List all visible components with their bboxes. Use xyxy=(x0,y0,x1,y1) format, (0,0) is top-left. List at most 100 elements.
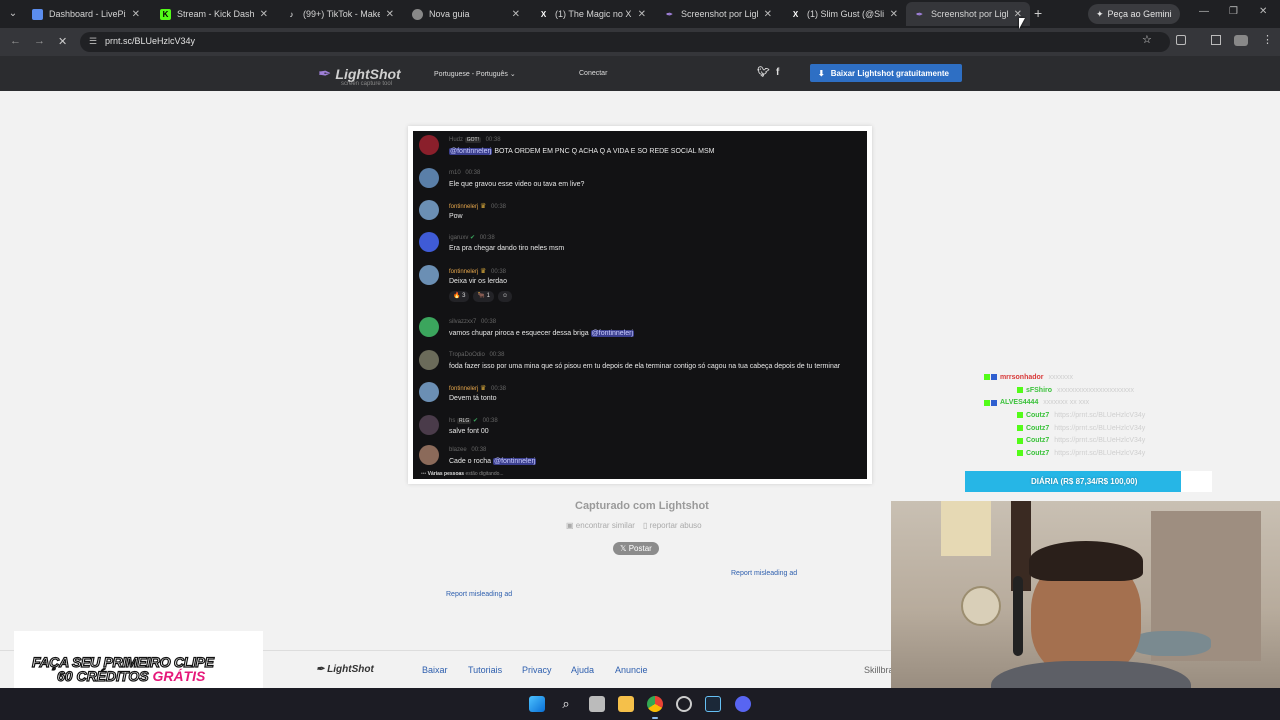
footer-link-help[interactable]: Ajuda xyxy=(571,665,594,675)
file-explorer-icon[interactable] xyxy=(618,696,634,712)
logo-title: LightShot xyxy=(335,66,401,82)
overlay-chat-user: Coutz7 xyxy=(1025,412,1050,420)
sub-badge-icon xyxy=(991,374,997,381)
crown-icon: ♛ xyxy=(480,203,487,210)
new-tab-button[interactable]: + xyxy=(1034,5,1042,21)
kick-badge-icon xyxy=(1017,424,1023,431)
menu-kebab-icon[interactable]: ⋮ xyxy=(1262,33,1273,46)
x-icon: 𝕏 xyxy=(620,544,627,553)
tab-new[interactable]: Nova guia ✕ xyxy=(404,2,528,26)
obs-icon[interactable] xyxy=(676,696,692,712)
kick-icon: K xyxy=(160,8,171,20)
bookmark-star-icon[interactable]: ☆ xyxy=(1142,33,1152,46)
restore-icon[interactable]: ❐ xyxy=(1229,6,1238,17)
overlay-chat-row: mrrsonhador xxxxxxx xyxy=(984,374,1184,387)
close-icon[interactable]: ✕ xyxy=(638,9,646,20)
footer-link-advertise[interactable]: Anuncie xyxy=(615,665,648,675)
tab-livepix[interactable]: Dashboard - LivePix ✕ xyxy=(24,2,148,26)
avatar xyxy=(419,415,439,435)
timestamp: 00:38 xyxy=(465,170,481,176)
person-hair xyxy=(1029,541,1143,581)
headset xyxy=(1013,576,1023,656)
post-button-label: Postar xyxy=(628,544,652,553)
tab-lightshot-active[interactable]: ✒ Screenshot por Lights ✕ xyxy=(906,2,1030,26)
task-view-icon[interactable] xyxy=(589,696,605,712)
reaction-chip[interactable]: 🔥 3 xyxy=(449,291,470,302)
timestamp: 00:38 xyxy=(490,269,506,275)
overlay-chat-text: xxxxxxx xx xxx xyxy=(1043,399,1090,407)
message-meta: silvazzxx7 00:38 xyxy=(449,319,496,325)
promo-free: GRÁTIS xyxy=(152,668,206,684)
close-icon[interactable]: ✕ xyxy=(386,9,394,20)
tab-search-chevron-icon[interactable]: ⌄ xyxy=(4,5,22,23)
footer-link-tutorials[interactable]: Tutoriais xyxy=(468,665,502,675)
overlay-chat-row: ALVES4444 xxxxxxx xx xxx xyxy=(984,399,1184,412)
report-abuse-link[interactable]: ▯ reportar abuso xyxy=(643,521,702,530)
livepix-icon xyxy=(32,8,43,20)
profile-avatar[interactable] xyxy=(1234,35,1248,46)
footer-link-download[interactable]: Baixar xyxy=(422,665,448,675)
overlay-chat-text: xxxxxxx xyxy=(1048,374,1073,381)
role-badge: RLG xyxy=(457,418,472,424)
screenshot-frame[interactable]: Hudz GOT! 00:38 @fontinnelerj BOTA ORDEM… xyxy=(408,126,872,484)
overlay-chat-row: Coutz7 https://prnt.sc/BLUeHzlcV34y xyxy=(984,412,1184,425)
footer-logo-text: LightShot xyxy=(327,664,374,675)
wall-clock xyxy=(961,586,1001,626)
overlay-chat-user: Coutz7 xyxy=(1025,437,1050,445)
overlay-chat-user: mrrsonhador xyxy=(999,374,1044,381)
timestamp: 00:38 xyxy=(482,418,498,424)
steam-icon[interactable] xyxy=(705,696,721,712)
discord-icon[interactable] xyxy=(735,696,751,712)
download-icon: ⬇ xyxy=(818,68,825,78)
message-body: foda fazer isso por uma mina que só piso… xyxy=(449,363,841,370)
close-icon[interactable]: ✕ xyxy=(512,9,520,20)
reaction-chip[interactable]: 🐂 1 xyxy=(473,291,494,302)
address-bar[interactable]: ☰ prnt.sc/BLUeHzlcV34y xyxy=(80,32,1170,52)
post-on-x-button[interactable]: 𝕏 Postar xyxy=(613,542,659,555)
close-icon[interactable]: ✕ xyxy=(132,9,140,20)
facebook-icon[interactable]: f xyxy=(776,67,779,78)
discord-chat-image: Hudz GOT! 00:38 @fontinnelerj BOTA ORDEM… xyxy=(413,131,867,479)
avatar xyxy=(419,350,439,370)
twitter-icon[interactable]: 🐦︎ xyxy=(757,67,770,78)
avatar xyxy=(419,168,439,188)
search-icon[interactable]: ⌕ xyxy=(558,696,574,712)
promo-credits: 60 CRÉDITOS xyxy=(56,667,153,684)
goal-label: DIÁRIA (R$ 87,34/R$ 100,00) xyxy=(1031,477,1138,486)
close-icon[interactable]: ✕ xyxy=(260,9,268,20)
window-close-icon[interactable]: ✕ xyxy=(1259,6,1267,17)
footer-logo[interactable]: ✒ LightShot xyxy=(316,664,374,675)
tab-tiktok[interactable]: ♪ (99+) TikTok - Make Yo ✕ xyxy=(278,2,402,26)
overlay-chat-row: Coutz7 https://prnt.sc/BLUeHzlcV34y xyxy=(984,450,1184,463)
tab-x-magic[interactable]: X (1) The Magic no X: "I ✕ xyxy=(530,2,654,26)
kick-badge-icon xyxy=(1017,386,1023,393)
report-misleading-ad-link[interactable]: Report misleading ad xyxy=(731,570,797,577)
chrome-icon[interactable] xyxy=(647,696,663,712)
forward-icon[interactable]: → xyxy=(34,35,45,47)
language-select[interactable]: Portuguese - Português ⌄ xyxy=(434,70,516,78)
x-icon: X xyxy=(792,9,799,19)
report-misleading-ad-link[interactable]: Report misleading ad xyxy=(446,591,512,598)
find-similar-link[interactable]: ▣ encontrar similar xyxy=(566,521,635,530)
footer-link-privacy[interactable]: Privacy xyxy=(522,665,552,675)
windows-start-icon[interactable] xyxy=(529,696,545,712)
tab-groups-icon[interactable] xyxy=(1211,35,1221,45)
close-icon[interactable]: ✕ xyxy=(890,9,898,20)
tab-x-slim[interactable]: X (1) Slim Gust (@SlimG ✕ xyxy=(782,2,906,26)
download-button[interactable]: ⬇ Baixar Lightshot gratuitamente xyxy=(810,64,962,82)
minimize-icon[interactable]: — xyxy=(1199,6,1209,17)
url-text[interactable]: prnt.sc/BLUeHzlcV34y xyxy=(105,36,195,46)
close-icon[interactable]: ✕ xyxy=(764,9,772,20)
tab-lightshot-1[interactable]: ✒ Screenshot por Lights ✕ xyxy=(656,2,780,26)
tab-kick[interactable]: K Stream - Kick Dashbo ✕ xyxy=(152,2,276,26)
site-info-icon[interactable]: ☰ xyxy=(89,36,97,47)
extensions-icon[interactable] xyxy=(1176,35,1186,45)
reaction-chip[interactable]: ☺ xyxy=(497,291,513,302)
gemini-button[interactable]: ✦ Peça ao Gemini xyxy=(1088,4,1180,24)
connect-link[interactable]: Conectar xyxy=(579,70,607,77)
overlay-chat-row: Coutz7 https://prnt.sc/BLUeHzlcV34y xyxy=(984,425,1184,438)
back-icon[interactable]: ← xyxy=(10,35,21,47)
stop-icon[interactable]: ✕ xyxy=(58,35,67,48)
lightshot-logo[interactable]: ✒ LightShot screen capture tool xyxy=(318,64,401,87)
timestamp: 00:38 xyxy=(479,235,495,241)
